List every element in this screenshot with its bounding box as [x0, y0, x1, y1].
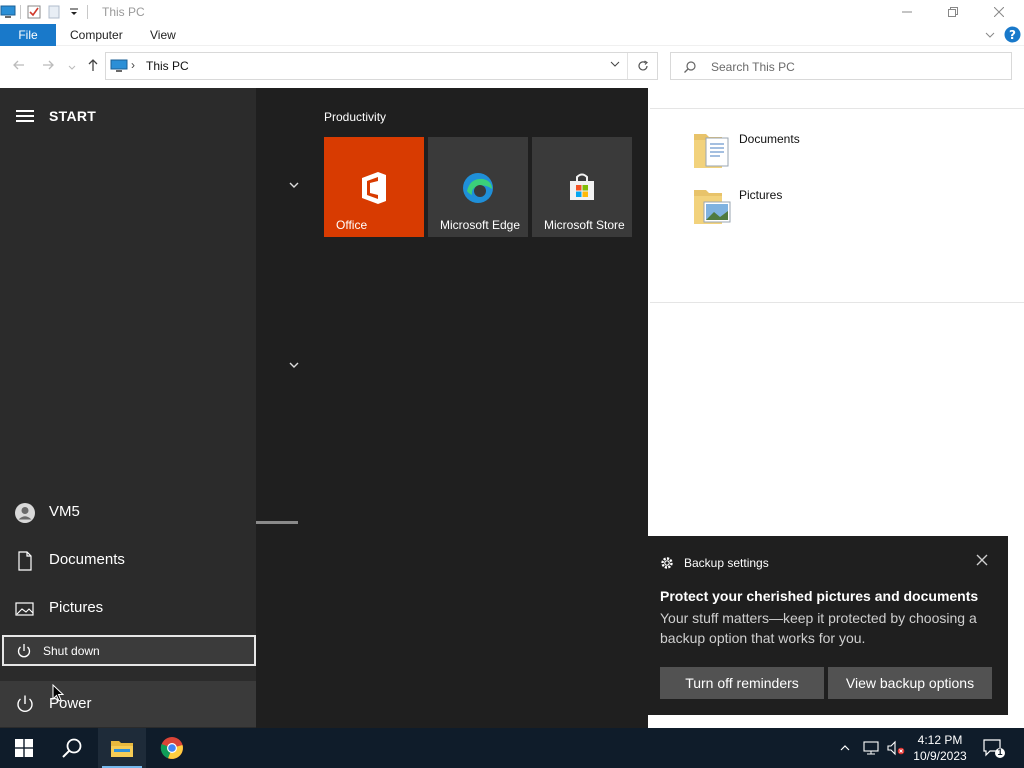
show-hidden-icons-chevron-icon[interactable] — [838, 728, 852, 768]
tile-label: Microsoft Edge — [440, 218, 521, 232]
start-menu-left-rail: START — [0, 88, 256, 728]
restore-button[interactable] — [930, 0, 976, 24]
power-icon — [16, 643, 32, 662]
tile-group-title[interactable]: Productivity — [324, 110, 386, 124]
address-bar[interactable]: › This PC — [105, 52, 658, 80]
svg-text:?: ? — [1009, 28, 1016, 42]
window-title: This PC — [102, 5, 145, 19]
help-icon[interactable]: ? — [1004, 26, 1021, 46]
notification-count-badge: 1 — [997, 747, 1003, 757]
start-item-label: Pictures — [49, 599, 104, 616]
start-header[interactable]: START — [49, 108, 96, 124]
folder-name: Documents — [739, 132, 800, 146]
volume-muted-icon[interactable] — [886, 728, 906, 768]
new-folder-icon[interactable] — [47, 5, 61, 19]
document-icon — [14, 550, 36, 572]
folder-documents[interactable]: Documents — [692, 128, 992, 176]
chrome-icon — [160, 737, 183, 759]
edge-logo-icon — [461, 171, 495, 208]
tile-microsoft-store[interactable]: Microsoft Store — [532, 137, 632, 237]
start-item-label: Documents — [49, 551, 125, 568]
breadcrumb[interactable]: This PC — [146, 59, 189, 73]
title-bar: This PC — [0, 0, 1024, 24]
turn-off-reminders-button[interactable]: Turn off reminders — [660, 667, 824, 699]
ribbon: File Computer View ? — [0, 24, 1024, 46]
tab-file[interactable]: File — [0, 24, 56, 46]
tab-computer[interactable]: Computer — [70, 24, 123, 46]
taskbar-file-explorer[interactable] — [98, 728, 146, 768]
windows-logo-icon — [15, 739, 33, 757]
shut-down-menu-item[interactable]: Shut down — [2, 635, 256, 666]
up-arrow-icon[interactable] — [83, 57, 103, 77]
minimize-button[interactable] — [884, 0, 930, 24]
file-explorer-icon — [111, 741, 133, 757]
start-item-documents[interactable]: Documents — [0, 538, 256, 582]
taskbar-search-button[interactable] — [48, 728, 96, 768]
start-user-account[interactable]: VM5 — [0, 490, 256, 534]
start-button[interactable] — [0, 728, 48, 768]
taskbar-chrome[interactable] — [148, 728, 196, 768]
properties-icon[interactable] — [27, 5, 41, 19]
search-icon — [62, 738, 82, 758]
user-name: VM5 — [49, 503, 80, 520]
quick-access-toolbar — [0, 2, 88, 22]
toolbar-divider — [87, 5, 88, 19]
hamburger-menu-icon[interactable] — [16, 110, 34, 122]
notification-app-name: Backup settings — [684, 556, 769, 570]
breadcrumb-separator-icon[interactable]: › — [131, 58, 135, 72]
view-backup-options-button[interactable]: View backup options — [828, 667, 992, 699]
tile-microsoft-edge[interactable]: Microsoft Edge — [428, 137, 528, 237]
image-icon — [14, 598, 36, 620]
section-divider — [650, 302, 1024, 303]
address-history-chevron-icon[interactable] — [609, 59, 621, 72]
network-icon[interactable] — [862, 728, 880, 768]
tile-label: Microsoft Store — [544, 218, 625, 232]
customize-toolbar-chevron-icon[interactable] — [67, 5, 81, 19]
folder-name: Pictures — [739, 188, 783, 202]
power-button[interactable]: Power — [0, 681, 256, 727]
search-icon — [683, 60, 697, 77]
clock-date: 10/9/2023 — [913, 749, 967, 763]
this-pc-icon — [0, 5, 16, 19]
navigation-bar: › This PC Search This PC — [0, 49, 1024, 85]
taskbar-clock[interactable]: 4:12 PM 10/9/2023 — [904, 732, 976, 764]
notification-title: Protect your cherished pictures and docu… — [660, 588, 979, 604]
user-avatar-icon — [14, 502, 36, 524]
tile-label: Office — [336, 218, 368, 232]
mouse-pointer-icon — [52, 684, 64, 702]
collapse-group-chevron-icon[interactable] — [287, 180, 301, 190]
pictures-folder-icon — [692, 184, 734, 228]
collapse-group-chevron-icon[interactable] — [287, 360, 301, 370]
start-item-pictures[interactable]: Pictures — [0, 586, 256, 630]
refresh-button[interactable] — [627, 53, 657, 79]
taskbar: 4:12 PM 10/9/2023 1 — [0, 728, 1024, 768]
clock-time: 4:12 PM — [917, 733, 963, 747]
this-pc-icon — [110, 59, 128, 76]
search-input[interactable]: Search This PC — [670, 52, 1012, 80]
documents-folder-icon — [692, 128, 734, 172]
forward-arrow-icon[interactable] — [38, 57, 58, 77]
close-icon[interactable] — [976, 553, 988, 570]
notification-body: Your stuff matters—keep it protected by … — [660, 610, 977, 646]
shut-down-label: Shut down — [43, 644, 100, 658]
tab-view[interactable]: View — [150, 24, 176, 46]
gear-icon — [660, 556, 674, 573]
folder-pictures[interactable]: Pictures — [692, 184, 992, 232]
recent-locations-chevron-icon[interactable] — [62, 57, 82, 77]
action-center-button[interactable]: 1 — [982, 728, 1006, 768]
scrollbar-thumb[interactable] — [256, 521, 298, 524]
power-icon — [15, 694, 35, 717]
toolbar-divider — [20, 5, 21, 19]
search-placeholder: Search This PC — [711, 60, 795, 74]
section-divider — [650, 108, 1024, 109]
store-bag-icon — [566, 171, 598, 206]
tile-office[interactable]: Office — [324, 137, 424, 237]
back-arrow-icon[interactable] — [9, 57, 29, 77]
office-logo-icon — [359, 171, 389, 208]
expand-ribbon-chevron-icon[interactable] — [984, 29, 996, 43]
close-button[interactable] — [976, 0, 1022, 24]
backup-notification[interactable]: Backup settings Protect your cherished p… — [648, 536, 1008, 715]
